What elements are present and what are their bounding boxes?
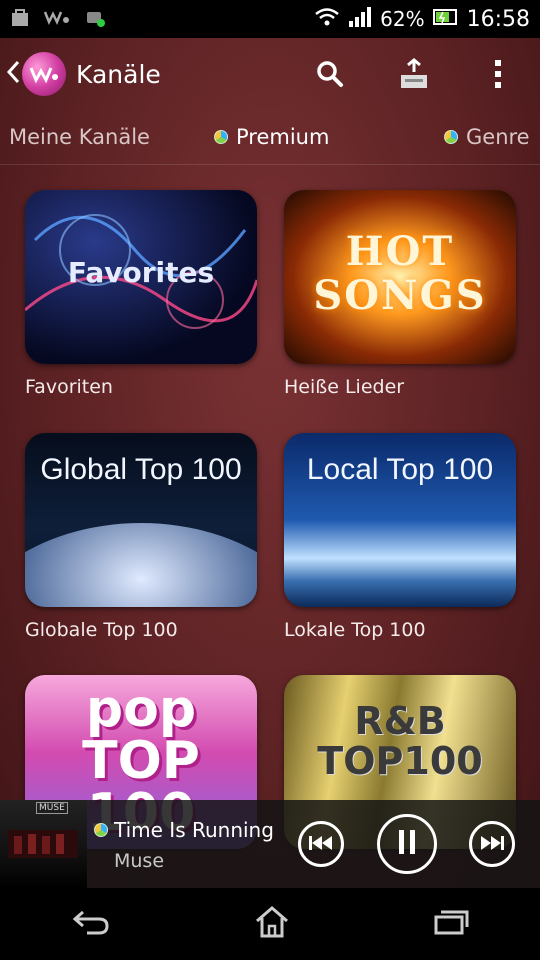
channel-artwork: Global Top 100 — [25, 433, 257, 607]
walkman-icon — [43, 8, 70, 30]
tab-label: Meine Kanäle — [9, 125, 150, 149]
recent-apps-icon[interactable] — [433, 909, 469, 939]
genre-dot-icon — [444, 130, 458, 144]
back-chevron-icon[interactable] — [6, 60, 20, 88]
tab-genre[interactable]: Genre — [444, 110, 530, 164]
search-icon[interactable] — [288, 38, 372, 110]
artwork-text: Local Top 100 — [306, 453, 494, 486]
premium-dot-icon — [94, 823, 108, 837]
home-icon[interactable] — [254, 905, 290, 943]
channel-tile-globale-top-100[interactable]: Global Top 100 Globale Top 100 — [25, 433, 257, 641]
page-title: Kanäle — [76, 59, 161, 89]
system-nav-bar — [0, 888, 540, 960]
signal-icon — [348, 6, 372, 32]
channel-tile-favoriten[interactable]: Favorites Favoriten — [25, 190, 257, 398]
tab-bar: Meine Kanäle Premium Genre — [0, 110, 540, 165]
pause-button[interactable] — [377, 814, 437, 874]
channel-label: Heiße Lieder — [284, 376, 405, 398]
clock: 16:58 — [466, 6, 530, 32]
premium-dot-icon — [214, 130, 228, 144]
channel-label: Favoriten — [25, 376, 113, 398]
overflow-menu-icon[interactable] — [456, 38, 540, 110]
artwork-text: HOT SONGS — [313, 228, 487, 319]
channel-tile-lokale-top-100[interactable]: Local Top 100 Lokale Top 100 — [284, 433, 516, 641]
channel-artwork: Local Top 100 — [284, 433, 516, 607]
album-cover[interactable]: MUSE — [0, 800, 87, 888]
upload-icon[interactable] — [372, 38, 456, 110]
channel-label: Lokale Top 100 — [284, 619, 426, 641]
next-button[interactable] — [469, 821, 515, 867]
battery-icon — [432, 7, 459, 32]
artwork-text: R&B TOP100 — [317, 699, 483, 783]
battery-percent: 62% — [380, 7, 425, 31]
artwork-text: Favorites — [67, 256, 215, 289]
wifi-icon — [314, 7, 340, 32]
channel-artwork: HOT SONGS — [284, 190, 516, 364]
artwork-text: Global Top 100 — [40, 453, 242, 486]
bag-icon — [10, 7, 30, 31]
now-playing-bar[interactable]: MUSE Time Is Running O Muse — [0, 800, 540, 888]
android-icon — [84, 6, 106, 32]
app-content: Kanäle Meine Kanäle Premium Genre Favori… — [0, 38, 540, 888]
next-icon — [480, 835, 504, 854]
track-artist: Muse — [114, 850, 165, 872]
previous-icon — [309, 835, 333, 854]
status-bar: 62% 16:58 — [0, 0, 540, 38]
channel-tile-heisse-lieder[interactable]: HOT SONGS Heiße Lieder — [284, 190, 516, 398]
back-icon[interactable] — [71, 908, 111, 940]
tab-meine-kanaele[interactable]: Meine Kanäle — [9, 110, 150, 164]
tab-label: Genre — [466, 125, 530, 149]
channel-label: Globale Top 100 — [25, 619, 178, 641]
channel-artwork: Favorites — [25, 190, 257, 364]
walkman-logo-icon[interactable] — [22, 52, 66, 96]
tab-premium[interactable]: Premium — [214, 110, 329, 164]
track-title: Time Is Running O — [114, 818, 280, 842]
previous-button[interactable] — [298, 821, 344, 867]
app-bar: Kanäle — [0, 38, 540, 110]
tab-label: Premium — [236, 125, 330, 149]
pause-icon — [398, 830, 416, 858]
